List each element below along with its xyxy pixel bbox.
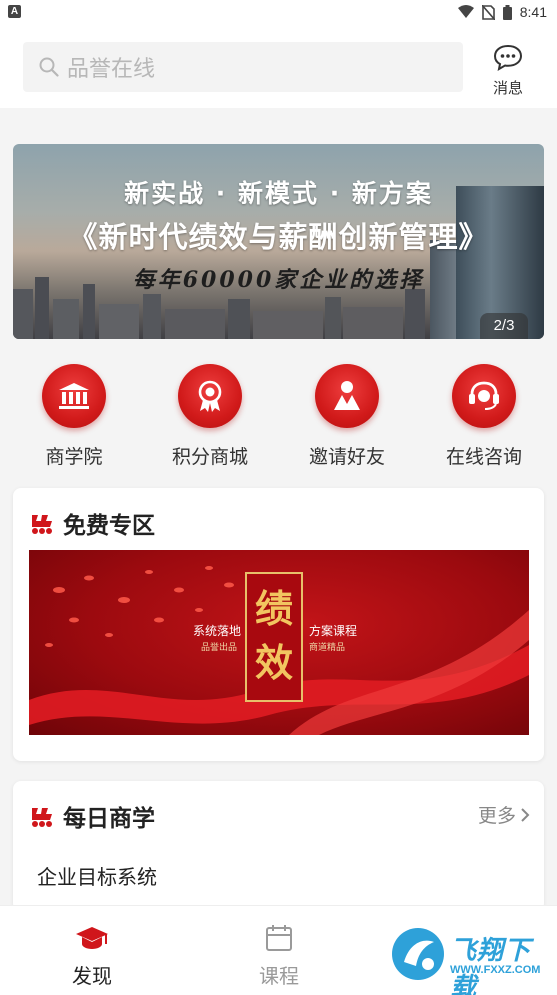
quick-link-label: 积分商城	[171, 446, 248, 468]
more-link[interactable]: 更多	[478, 801, 530, 828]
search-icon	[39, 57, 59, 77]
tab-courses[interactable]: 课程	[234, 924, 324, 989]
message-label: 消息	[492, 79, 523, 97]
promo-right-main: 方案课程	[309, 624, 358, 638]
search-input[interactable]: 品誉在线	[23, 42, 463, 92]
quick-link-label: 在线咨询	[445, 446, 522, 468]
quick-link-label: 邀请好友	[308, 446, 385, 468]
quick-links: 商学院 积分商城 邀请好友 在线咨询	[0, 364, 557, 474]
banner-line2: 《新时代绩效与薪酬创新管理》	[68, 220, 489, 254]
promo-left-main: 系统落地	[193, 624, 242, 638]
free-zone-title: 免费专区	[63, 513, 155, 539]
tab-discover[interactable]: 发现	[47, 924, 137, 989]
promo-right-sub: 商道精品	[309, 643, 346, 653]
quick-link-invite-friends[interactable]: 邀请好友	[287, 364, 407, 469]
free-zone-promo-banner[interactable]: 绩 效 系统落地 品誉出品 方案课程 商道精品	[29, 550, 529, 735]
graduation-cap-icon	[76, 927, 108, 949]
quick-link-business-school[interactable]: 商学院	[14, 364, 134, 469]
person-icon	[315, 364, 379, 428]
free-zone-header: 免费专区	[29, 506, 155, 540]
quick-link-online-consult[interactable]: 在线咨询	[424, 364, 544, 469]
daily-business-card: 每日商学 更多 企业目标系统	[13, 781, 544, 911]
chat-bubble-icon	[493, 44, 523, 71]
brand-logo-icon	[32, 808, 52, 827]
brand-logo-icon	[32, 515, 52, 534]
headset-icon	[452, 364, 516, 428]
status-icons: 8:41	[457, 3, 547, 21]
message-button[interactable]: 消息	[486, 44, 530, 98]
tab-label: 发现	[72, 964, 112, 988]
clock-text: 8:41	[519, 4, 547, 20]
watermark: 飞翔下载 WWW.FXXZ.COM	[390, 924, 550, 995]
header: 品誉在线 消息	[0, 24, 557, 108]
chevron-right-icon	[521, 807, 530, 822]
banner-line3: 每年60000家企业的选择	[132, 267, 425, 293]
banner-carousel[interactable]: 新实战 · 新模式 · 新方案 《新时代绩效与薪酬创新管理》 每年60000家企…	[13, 144, 544, 339]
watermark-url: WWW.FXXZ.COM	[450, 964, 541, 976]
bottom-tab-bar: 发现 课程 飞翔下载 WWW.FXXZ.COM	[0, 905, 557, 995]
more-label: 更多	[477, 805, 516, 827]
quick-link-points-mall[interactable]: 积分商城	[150, 364, 270, 469]
daily-header: 每日商学	[29, 799, 155, 833]
medal-icon	[178, 364, 242, 428]
bank-icon	[42, 364, 106, 428]
watermark-logo-icon	[392, 928, 444, 980]
notification-icon: A	[8, 5, 21, 18]
promo-left-sub: 品誉出品	[201, 643, 238, 653]
status-bar: A 8:41	[0, 0, 557, 24]
daily-item-title[interactable]: 企业目标系统	[37, 861, 157, 890]
carousel-pager: 2/3	[480, 313, 528, 339]
quick-link-label: 商学院	[45, 446, 103, 468]
banner-line1: 新实战 · 新模式 · 新方案	[124, 179, 433, 208]
battery-icon	[502, 4, 512, 20]
free-zone-card: 免费专区 绩 效 系统落地 品誉出品 方案课程 商道精品	[13, 488, 544, 761]
daily-title: 每日商学	[63, 806, 155, 832]
watermark-text: 飞翔下载	[450, 936, 532, 995]
no-sim-icon	[481, 4, 495, 20]
wifi-icon	[457, 5, 474, 18]
promo-char-2: 效	[254, 640, 293, 685]
calendar-icon	[266, 925, 292, 951]
search-placeholder: 品誉在线	[67, 57, 156, 82]
tab-label: 课程	[259, 964, 299, 988]
promo-char-1: 绩	[254, 586, 293, 631]
